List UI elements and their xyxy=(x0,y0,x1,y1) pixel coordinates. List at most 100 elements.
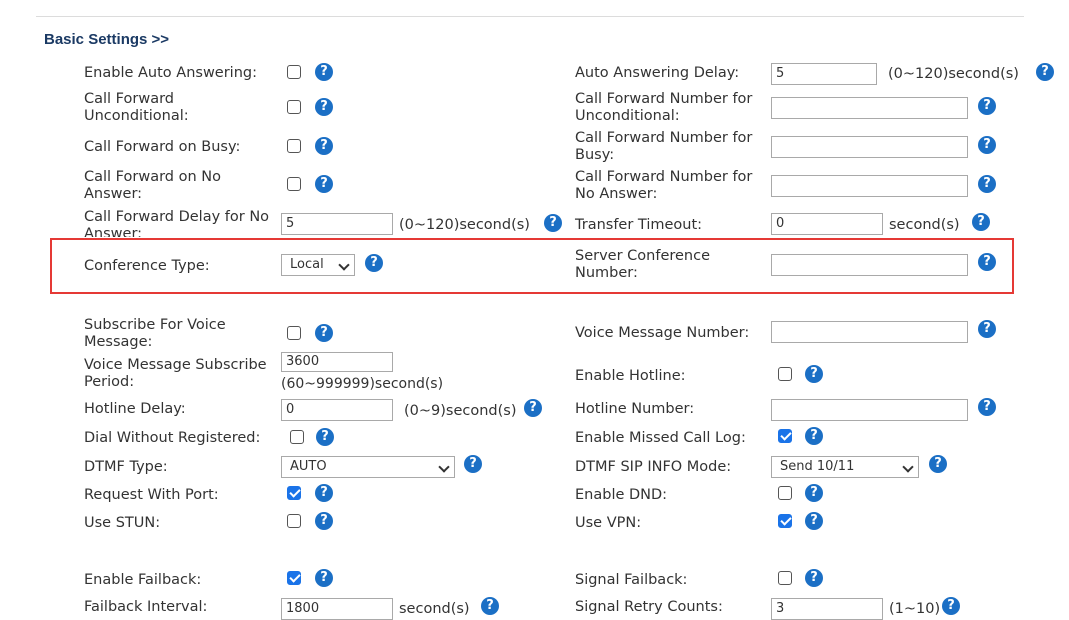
auto-answering-delay-input[interactable]: 5 xyxy=(771,63,877,85)
dial-without-registered-checkbox[interactable] xyxy=(290,430,304,444)
dtmf-sip-info-mode-select[interactable]: Send 10/11 xyxy=(771,456,919,478)
cfna-number-label-1: Call Forward Number for xyxy=(575,169,753,185)
help-icon[interactable]: ? xyxy=(978,398,996,416)
use-stun-label: Use STUN: xyxy=(84,515,161,531)
signal-retry-counts-unit: (1~10) xyxy=(889,601,941,617)
help-icon[interactable]: ? xyxy=(316,428,334,446)
vm-subscribe-period-label-1: Voice Message Subscribe xyxy=(84,357,267,373)
call-forward-no-answer-checkbox[interactable] xyxy=(287,177,301,191)
transfer-timeout-unit: second(s) xyxy=(889,217,960,233)
help-icon[interactable]: ? xyxy=(315,324,333,342)
dtmf-type-select[interactable]: AUTO xyxy=(281,456,455,478)
chevron-down-icon xyxy=(902,461,914,473)
server-conference-number-label-1: Server Conference xyxy=(575,248,711,264)
vm-subscribe-period-unit: (60~999999)second(s) xyxy=(281,376,444,392)
enable-hotline-label: Enable Hotline: xyxy=(575,368,686,384)
vm-subscribe-period-input[interactable]: 3600 xyxy=(281,352,393,372)
help-icon[interactable]: ? xyxy=(315,569,333,587)
help-icon[interactable]: ? xyxy=(805,484,823,502)
hotline-number-label: Hotline Number: xyxy=(575,401,695,417)
help-icon[interactable]: ? xyxy=(1036,63,1054,81)
cfb-number-label-1: Call Forward Number for xyxy=(575,130,753,146)
chevron-down-icon xyxy=(338,259,350,271)
signal-retry-counts-label: Signal Retry Counts: xyxy=(575,599,723,615)
help-icon[interactable]: ? xyxy=(365,254,383,272)
help-icon[interactable]: ? xyxy=(978,97,996,115)
call-forward-unconditional-checkbox[interactable] xyxy=(287,100,301,114)
conference-type-select[interactable]: Local xyxy=(281,254,355,276)
help-icon[interactable]: ? xyxy=(978,175,996,193)
call-forward-unconditional-label-1: Call Forward xyxy=(84,91,174,107)
cfna-number-input[interactable] xyxy=(771,175,968,197)
server-conference-number-label-2: Number: xyxy=(575,265,638,281)
section-title: Basic Settings >> xyxy=(44,31,170,48)
help-icon[interactable]: ? xyxy=(315,175,333,193)
auto-answering-delay-label: Auto Answering Delay: xyxy=(575,65,740,81)
transfer-timeout-input[interactable]: 0 xyxy=(771,213,883,235)
call-forward-delay-unit: (0~120)second(s) xyxy=(399,217,530,233)
enable-hotline-checkbox[interactable] xyxy=(778,367,792,381)
transfer-timeout-label: Transfer Timeout: xyxy=(575,217,703,233)
dial-without-registered-label: Dial Without Registered: xyxy=(84,430,261,446)
enable-missed-call-log-checkbox[interactable] xyxy=(778,429,792,443)
call-forward-delay-input[interactable]: 5 xyxy=(281,213,393,235)
conference-type-value: Local xyxy=(290,257,324,272)
signal-failback-checkbox[interactable] xyxy=(778,571,792,585)
use-stun-checkbox[interactable] xyxy=(287,514,301,528)
help-icon[interactable]: ? xyxy=(464,455,482,473)
chevron-down-icon xyxy=(438,461,450,473)
vm-subscribe-period-label-2: Period: xyxy=(84,374,135,390)
failback-interval-input[interactable]: 1800 xyxy=(281,598,393,620)
help-icon[interactable]: ? xyxy=(972,213,990,231)
signal-retry-counts-input[interactable]: 3 xyxy=(771,598,883,620)
help-icon[interactable]: ? xyxy=(315,98,333,116)
call-forward-busy-checkbox[interactable] xyxy=(287,139,301,153)
voice-message-number-input[interactable] xyxy=(771,321,968,343)
use-vpn-checkbox[interactable] xyxy=(778,514,792,528)
call-forward-delay-label-2: Answer: xyxy=(84,226,143,237)
enable-failback-label: Enable Failback: xyxy=(84,572,202,588)
failback-interval-label: Failback Interval: xyxy=(84,599,208,615)
help-icon[interactable]: ? xyxy=(978,136,996,154)
cfu-number-input[interactable] xyxy=(771,97,968,119)
server-conference-number-input[interactable] xyxy=(771,254,968,276)
cfu-number-label-2: Unconditional: xyxy=(575,108,680,124)
help-icon[interactable]: ? xyxy=(805,569,823,587)
help-icon[interactable]: ? xyxy=(978,253,996,271)
subscribe-voice-message-label-1: Subscribe For Voice xyxy=(84,317,226,333)
help-icon[interactable]: ? xyxy=(942,597,960,615)
help-icon[interactable]: ? xyxy=(805,365,823,383)
help-icon[interactable]: ? xyxy=(929,455,947,473)
help-icon[interactable]: ? xyxy=(524,399,542,417)
hotline-delay-input[interactable]: 0 xyxy=(281,399,393,421)
request-with-port-label: Request With Port: xyxy=(84,487,219,503)
hotline-number-input[interactable] xyxy=(771,399,968,421)
help-icon[interactable]: ? xyxy=(978,320,996,338)
help-icon[interactable]: ? xyxy=(315,137,333,155)
enable-failback-checkbox[interactable] xyxy=(287,571,301,585)
dtmf-type-label: DTMF Type: xyxy=(84,459,168,475)
hotline-delay-unit: (0~9)second(s) xyxy=(404,403,517,419)
voice-message-number-label: Voice Message Number: xyxy=(575,325,750,341)
subscribe-voice-message-checkbox[interactable] xyxy=(287,326,301,340)
help-icon[interactable]: ? xyxy=(544,214,562,232)
help-icon[interactable]: ? xyxy=(481,597,499,615)
help-icon[interactable]: ? xyxy=(315,63,333,81)
call-forward-delay-label-1: Call Forward Delay for No xyxy=(84,209,270,225)
help-icon[interactable]: ? xyxy=(315,512,333,530)
enable-dnd-label: Enable DND: xyxy=(575,487,668,503)
use-vpn-label: Use VPN: xyxy=(575,515,642,531)
enable-auto-answering-checkbox[interactable] xyxy=(287,65,301,79)
hotline-delay-label: Hotline Delay: xyxy=(84,401,186,417)
help-icon[interactable]: ? xyxy=(805,512,823,530)
help-icon[interactable]: ? xyxy=(805,427,823,445)
signal-failback-label: Signal Failback: xyxy=(575,572,688,588)
enable-dnd-checkbox[interactable] xyxy=(778,486,792,500)
section-divider xyxy=(36,16,1024,17)
cfu-number-label-1: Call Forward Number for xyxy=(575,91,753,107)
help-icon[interactable]: ? xyxy=(315,484,333,502)
cfb-number-input[interactable] xyxy=(771,136,968,158)
cfb-number-label-2: Busy: xyxy=(575,147,615,163)
request-with-port-checkbox[interactable] xyxy=(287,486,301,500)
dtmf-sip-info-mode-value: Send 10/11 xyxy=(780,459,855,474)
